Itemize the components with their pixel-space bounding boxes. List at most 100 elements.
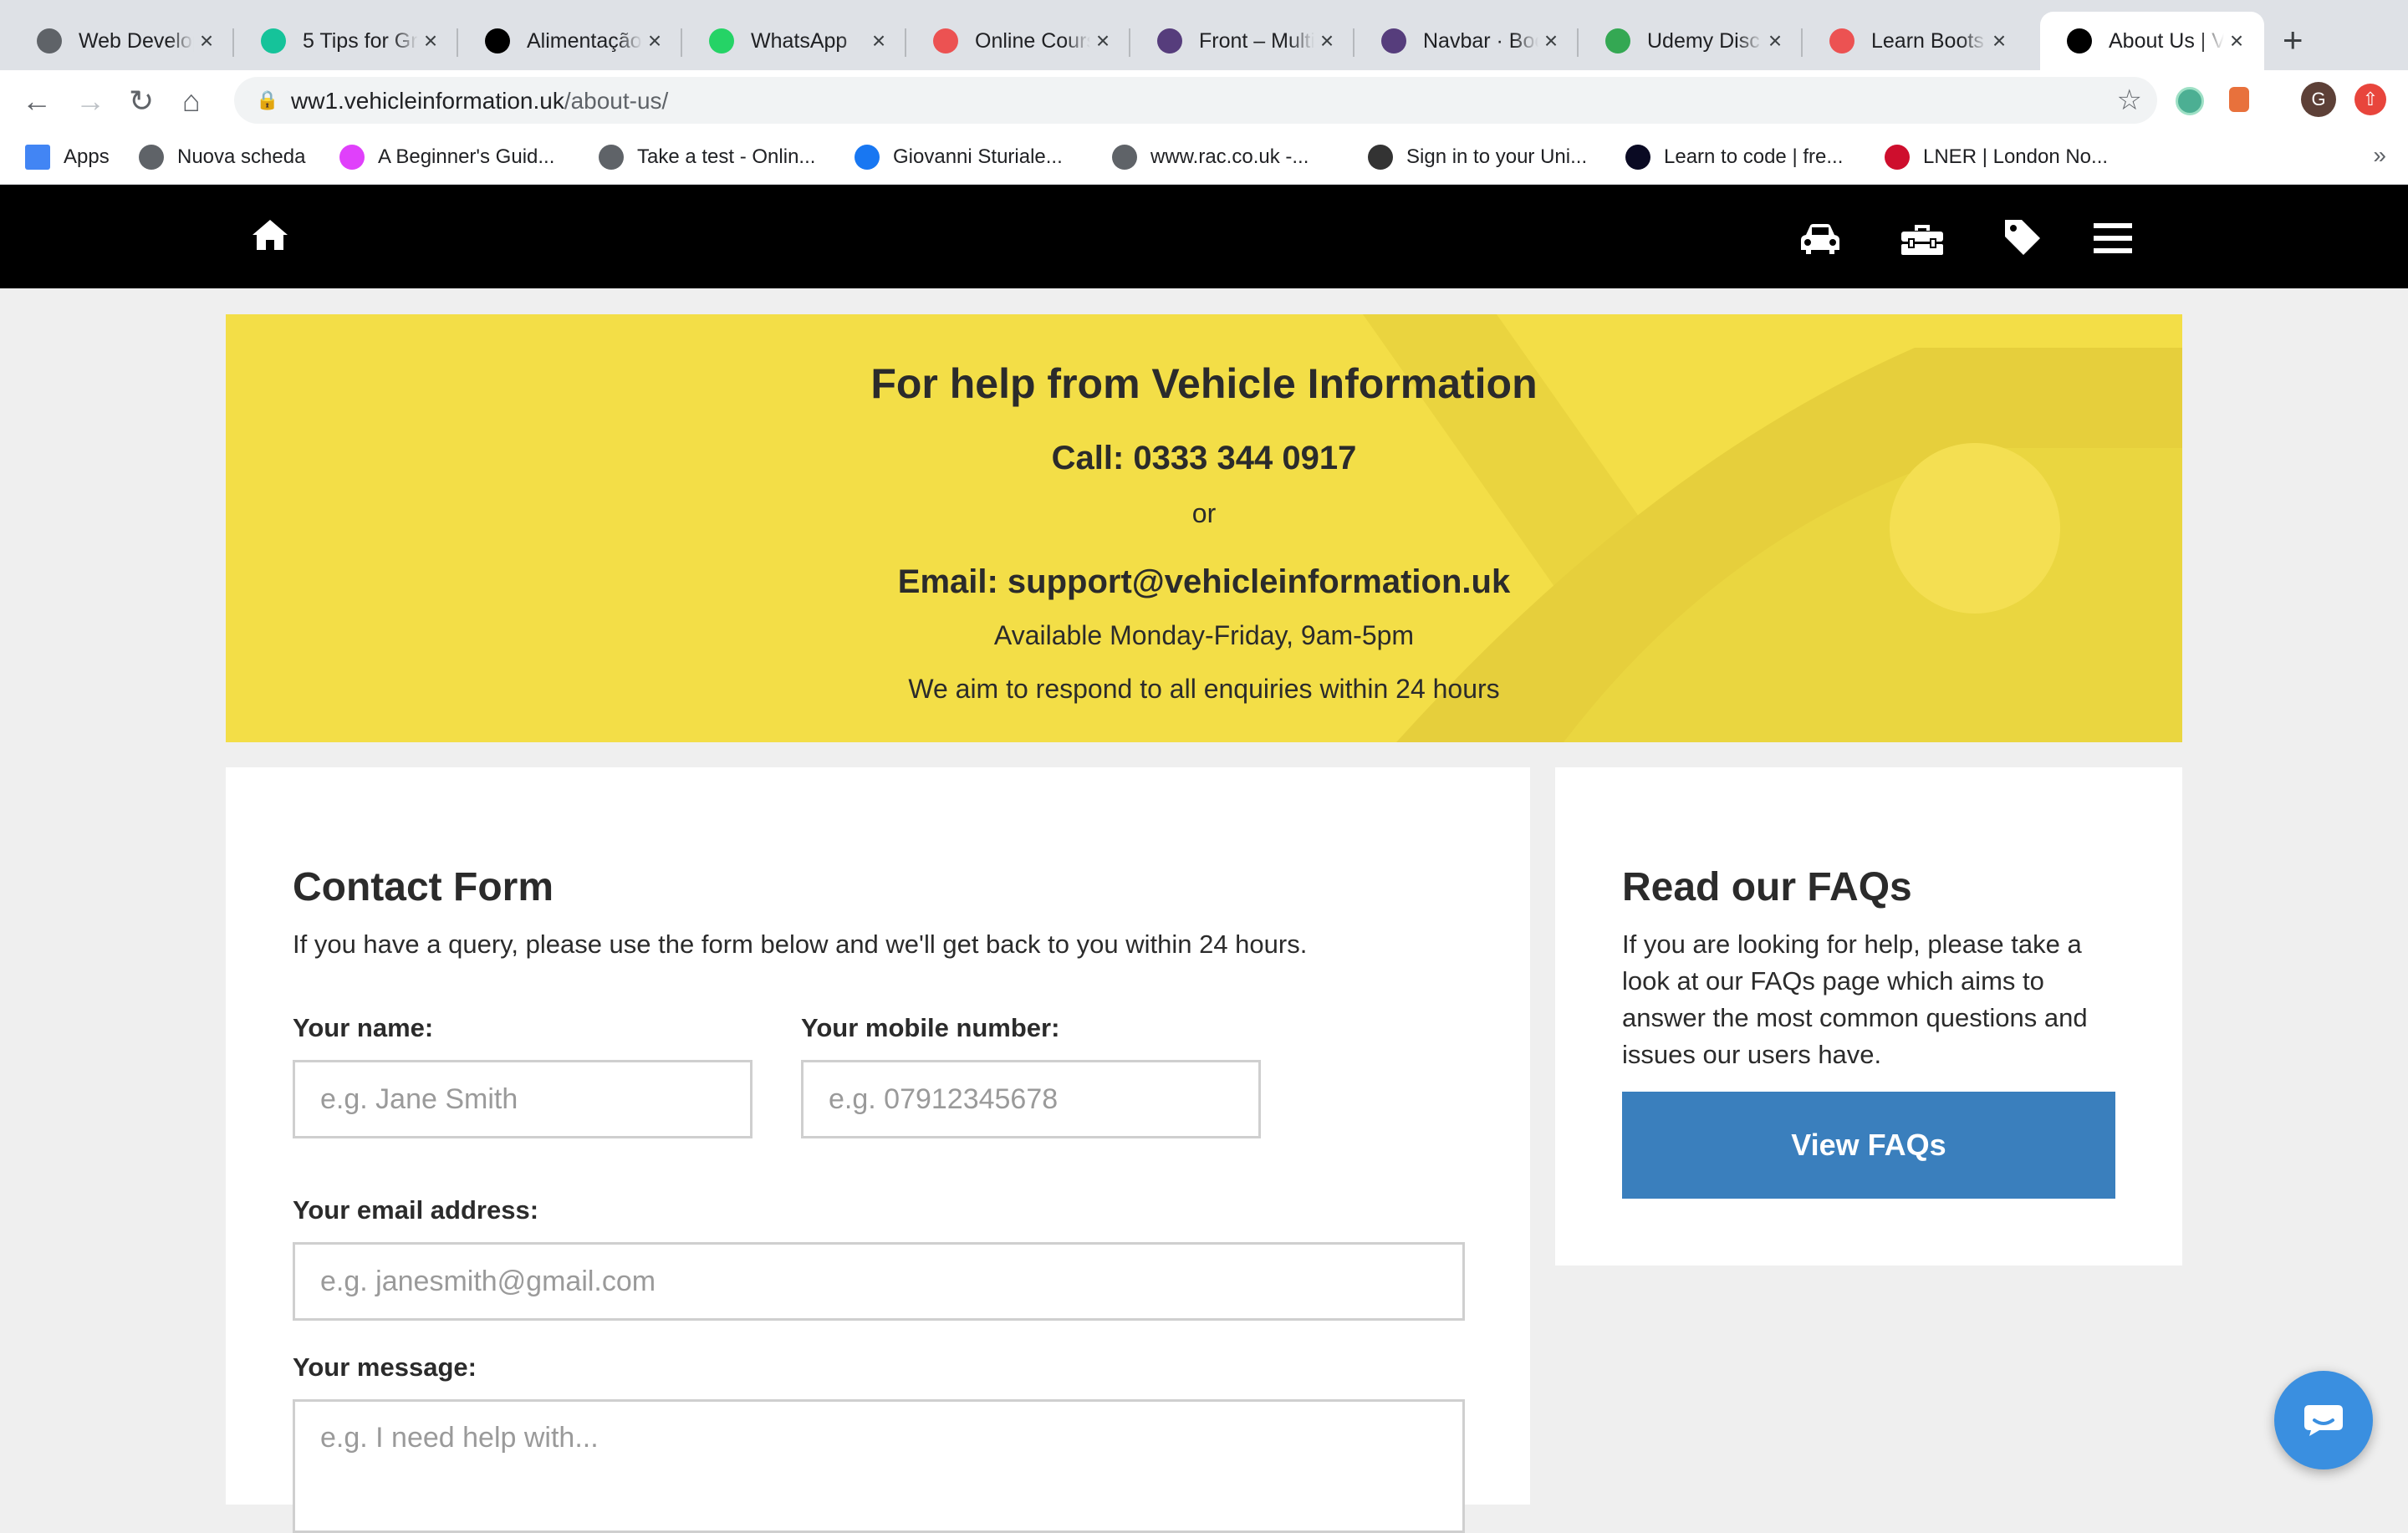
banner-or: or (1191, 498, 1217, 528)
globe-icon (37, 28, 62, 53)
message-label: Your message: (293, 1352, 477, 1382)
tab-close-icon[interactable]: × (642, 28, 667, 54)
bootstrap-icon (1381, 28, 1406, 53)
tab-title: Learn Boots (1871, 28, 1984, 53)
name-input[interactable] (293, 1060, 752, 1138)
tab-close-icon[interactable]: × (1538, 28, 1564, 54)
tab-title: Alimentação (527, 28, 642, 53)
tab-title: About Us | V (2109, 28, 2224, 53)
vehicleinfo-icon (2067, 28, 2092, 53)
tab-close-icon[interactable]: × (1090, 28, 1115, 54)
bookmark-item[interactable]: A Beginner's Guid... (339, 142, 554, 172)
tab-close-icon[interactable]: × (1314, 28, 1339, 54)
tab-title: Navbar · Boo (1423, 28, 1538, 53)
bookmarks-overflow-chevron-icon[interactable]: » (2373, 142, 2386, 169)
view-faqs-button[interactable]: View FAQs (1622, 1092, 2115, 1199)
globe-icon (139, 145, 164, 170)
banner-title: For help from Vehicle Information (870, 360, 1538, 407)
lner-icon (1885, 145, 1910, 170)
back-arrow-icon[interactable]: ← (22, 84, 52, 119)
hamburger-menu-icon[interactable] (2094, 222, 2132, 255)
gpartner-icon (1605, 28, 1630, 53)
tab-title: Front – Multi (1199, 28, 1314, 53)
car-icon[interactable] (1798, 222, 1843, 257)
bookmark-item[interactable]: Nuova scheda (139, 142, 305, 172)
extension-grammarly-icon[interactable] (2176, 87, 2204, 115)
bookmark-label: A Beginner's Guid... (378, 145, 555, 168)
chat-widget-button[interactable] (2274, 1371, 2373, 1469)
browser-tab[interactable]: Online Cours × (906, 12, 1130, 70)
faq-title: Read our FAQs (1622, 865, 1912, 909)
email-label: Your email address: (293, 1195, 539, 1225)
site-navbar (0, 185, 2408, 288)
freecodecamp-icon (1625, 145, 1650, 170)
contact-form-title: Contact Form (293, 865, 554, 909)
tab-close-icon[interactable]: × (1763, 28, 1788, 54)
browser-tab[interactable]: Udemy Disc × (1579, 12, 1803, 70)
banner-response-time: We aim to respond to all enquiries withi… (908, 674, 1500, 704)
bookmark-star-icon[interactable]: ☆ (2117, 84, 2142, 117)
bookmark-label: Take a test - Onlin... (637, 145, 816, 168)
home-icon[interactable]: ⌂ (182, 84, 201, 119)
banner-email[interactable]: Email: support@vehicleinformation.uk (226, 563, 2182, 601)
url-path: /about-us/ (564, 88, 669, 114)
tab-close-icon[interactable]: × (194, 28, 219, 54)
bookmark-item[interactable]: Apps (25, 142, 110, 172)
address-bar[interactable]: 🔒 ww1.vehicleinformation.uk/about-us/ ☆ (234, 77, 2157, 124)
bookmark-image-icon (339, 145, 365, 170)
update-arrow-icon[interactable]: ⇧ (2354, 84, 2386, 115)
browser-tab[interactable]: Web Developer× (10, 12, 234, 70)
price-tag-icon[interactable] (2002, 216, 2043, 258)
url-host: ww1.vehicleinformation.uk (291, 88, 564, 114)
forward-arrow-icon[interactable]: → (75, 84, 105, 119)
banner-phone[interactable]: Call: 0333 344 0917 (226, 440, 2182, 477)
reload-icon[interactable]: ↻ (129, 84, 154, 119)
university-crest-icon (1368, 145, 1393, 170)
bookmark-item[interactable]: Sign in to your Uni... (1368, 142, 1587, 172)
chat-bubble-icon (2304, 1405, 2343, 1436)
whatsapp-icon (709, 28, 734, 53)
bookmark-label: Apps (64, 145, 110, 168)
message-textarea[interactable] (293, 1399, 1465, 1533)
bookmark-item[interactable]: www.rac.co.uk -... (1112, 142, 1309, 172)
browser-tab[interactable]: 5 Tips for Gr × (234, 12, 458, 70)
udemy-icon (1829, 28, 1854, 53)
extension-lighthouse-icon[interactable] (2229, 87, 2249, 112)
email-input[interactable] (293, 1242, 1465, 1321)
tab-title: WhatsApp (751, 28, 848, 53)
mobile-input[interactable] (801, 1060, 1261, 1138)
udemy-icon (933, 28, 958, 53)
site-home-icon[interactable] (251, 218, 289, 252)
bookmark-item[interactable]: Giovanni Sturiale... (855, 142, 1063, 172)
tab-title: Web Developer (79, 28, 194, 53)
browser-tab-strip: Web Developer×5 Tips for Gr×Alimentação×… (0, 0, 2408, 70)
bookmark-label: Nuova scheda (177, 145, 306, 168)
mobile-label: Your mobile number: (801, 1013, 1060, 1042)
tab-close-icon[interactable]: × (866, 28, 891, 54)
browser-tab[interactable]: About Us | V × (2040, 12, 2264, 70)
bookmark-label: LNER | London No... (1923, 145, 2109, 168)
tab-close-icon[interactable]: × (2224, 28, 2249, 54)
browser-tab[interactable]: WhatsApp × (682, 12, 906, 70)
bookmark-item[interactable]: Take a test - Onlin... (599, 142, 815, 172)
browser-tab[interactable]: Alimentação × (458, 12, 682, 70)
browser-tab[interactable]: Navbar · Boo × (1354, 12, 1579, 70)
bookmark-item[interactable]: LNER | London No... (1885, 142, 2108, 172)
toolbox-icon[interactable] (1900, 222, 1945, 257)
help-banner: For help from Vehicle Information Call: … (226, 314, 2182, 742)
tab-title: Udemy Disc (1647, 28, 1760, 53)
faq-card: Read our FAQs If you are looking for hel… (1555, 767, 2182, 1266)
bookmark-label: Giovanni Sturiale... (893, 145, 1063, 168)
profile-avatar[interactable]: G (2301, 82, 2336, 117)
bookmark-label: Learn to code | fre... (1664, 145, 1844, 168)
banner-availability: Available Monday-Friday, 9am-5pm (993, 620, 1415, 650)
browser-tab[interactable]: Learn Boots × (1803, 12, 2027, 70)
faq-text: If you are looking for help, please take… (1622, 929, 2088, 1069)
new-tab-plus-icon[interactable]: + (2283, 20, 2303, 60)
url-text: ww1.vehicleinformation.uk/about-us/ (291, 88, 668, 115)
browser-tab[interactable]: Front – Multi × (1130, 12, 1354, 70)
tab-close-icon[interactable]: × (1987, 28, 2012, 54)
name-label: Your name: (293, 1013, 434, 1042)
tab-close-icon[interactable]: × (418, 28, 443, 54)
bookmark-item[interactable]: Learn to code | fre... (1625, 142, 1843, 172)
